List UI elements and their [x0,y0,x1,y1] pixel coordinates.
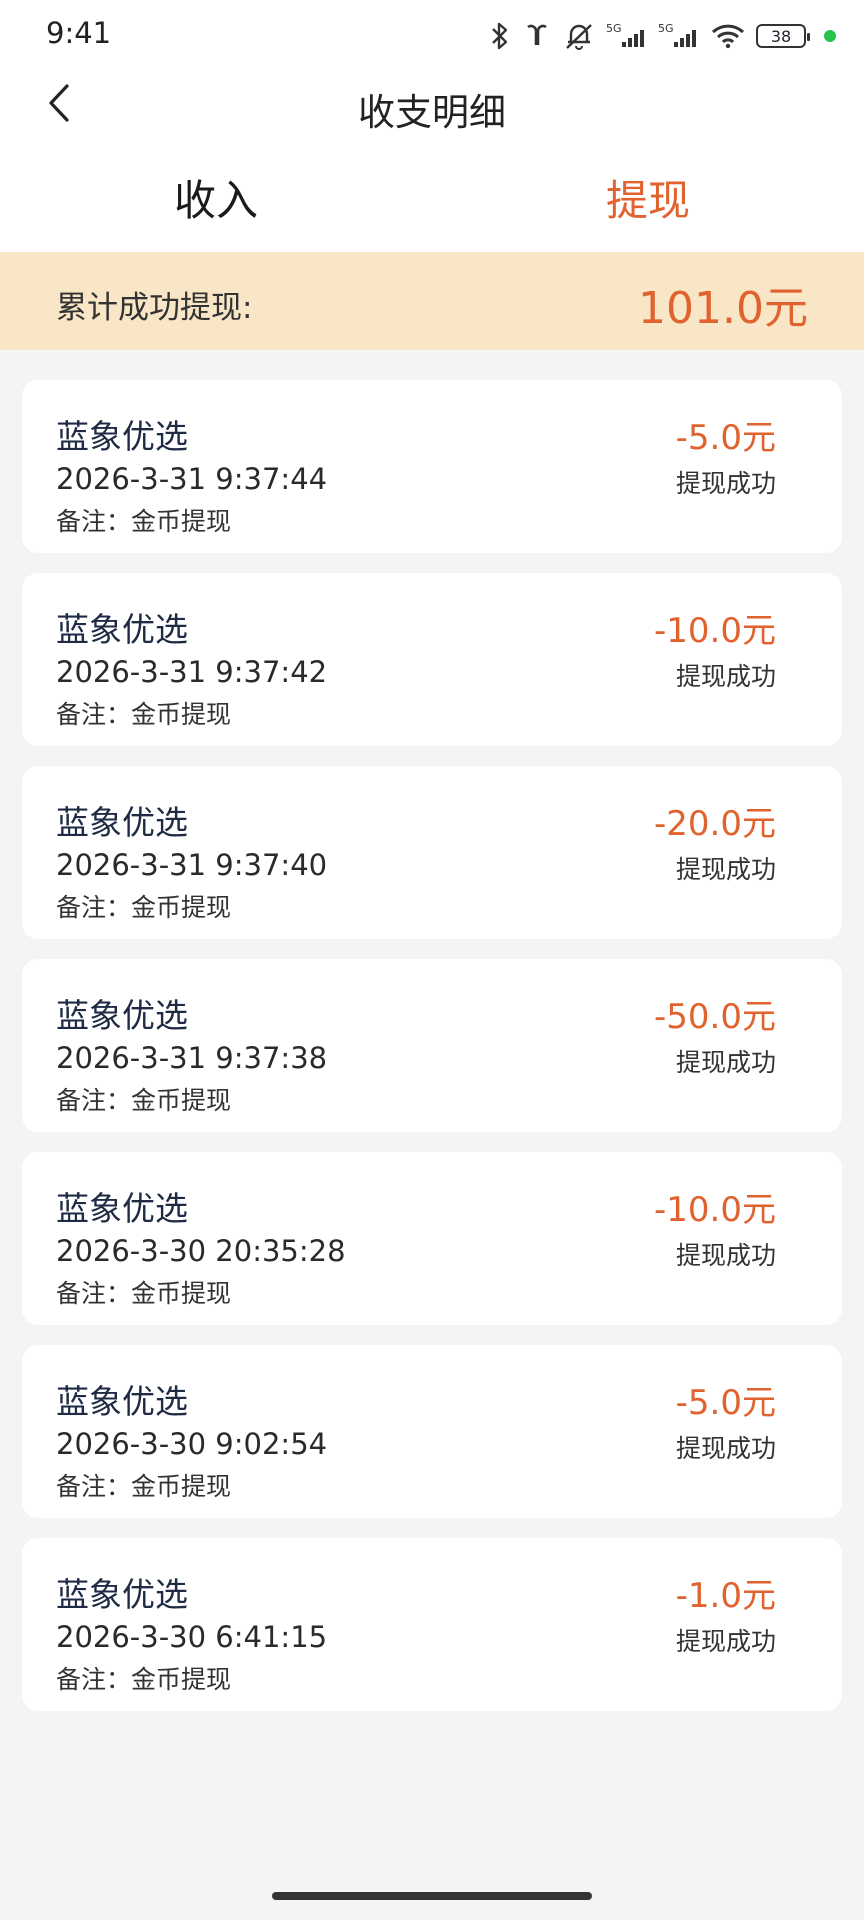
battery-level: 38 [770,26,792,46]
tab-bar: 收入 提现 [0,142,864,252]
record-time: 2026-3-30 9:02:54 [56,1427,328,1461]
list-item[interactable]: 蓝象优选 2026-3-30 20:35:28 备注：金币提现 -10.0元 提… [22,1152,842,1325]
summary-total-value: 101.0元 [638,283,808,334]
record-name: 蓝象优选 [56,1382,188,1421]
record-note: 备注：金币提现 [56,1086,232,1115]
record-status: 提现成功 [675,1434,776,1463]
record-time: 2026-3-30 20:35:28 [56,1234,346,1268]
svg-text:5G: 5G [658,22,674,35]
record-name: 蓝象优选 [56,803,188,842]
bluetooth-icon [488,21,512,51]
record-status: 提现成功 [675,662,776,691]
record-status: 提现成功 [675,855,776,884]
earbuds-icon [522,21,552,51]
status-bar: 9:41 5G 5G 38 [0,0,864,72]
tab-withdraw-label: 提现 [605,175,690,225]
record-note: 备注：金币提现 [56,1665,232,1694]
list-item[interactable]: 蓝象优选 2026-3-30 6:41:15 备注：金币提现 -1.0元 提现成… [22,1538,842,1711]
record-status: 提现成功 [675,1627,776,1656]
battery-icon: 38 [756,24,810,48]
svg-text:5G: 5G [606,22,622,35]
status-icons: 5G 5G 38 [488,18,836,54]
record-amount: -10.0元 [654,1190,776,1230]
home-indicator[interactable] [272,1892,592,1900]
withdraw-summary-banner: 累计成功提现: 101.0元 [0,252,864,350]
record-time: 2026-3-31 9:37:44 [56,462,328,496]
record-amount: -10.0元 [654,611,776,651]
signal-5g-icon: 5G [606,21,648,51]
wifi-icon [710,21,746,51]
tab-withdraw[interactable]: 提现 [432,142,864,252]
record-amount: -5.0元 [675,418,776,458]
record-list: 蓝象优选 2026-3-31 9:37:44 备注：金币提现 -5.0元 提现成… [22,380,842,1731]
record-status: 提现成功 [675,1241,776,1270]
list-item[interactable]: 蓝象优选 2026-3-31 9:37:44 备注：金币提现 -5.0元 提现成… [22,380,842,553]
record-time: 2026-3-30 6:41:15 [56,1620,328,1654]
record-time: 2026-3-31 9:37:40 [56,848,328,882]
status-time: 9:41 [46,16,112,50]
record-time: 2026-3-31 9:37:42 [56,655,328,689]
page-title: 收支明细 [358,91,506,134]
record-note: 备注：金币提现 [56,893,232,922]
record-name: 蓝象优选 [56,417,188,456]
record-amount: -50.0元 [654,997,776,1037]
list-item[interactable]: 蓝象优选 2026-3-31 9:37:38 备注：金币提现 -50.0元 提现… [22,959,842,1132]
list-item[interactable]: 蓝象优选 2026-3-31 9:37:42 备注：金币提现 -10.0元 提现… [22,573,842,746]
record-time: 2026-3-31 9:37:38 [56,1041,328,1075]
tab-income[interactable]: 收入 [0,142,432,252]
record-note: 备注：金币提现 [56,700,232,729]
record-name: 蓝象优选 [56,1575,188,1614]
list-item[interactable]: 蓝象优选 2026-3-30 9:02:54 备注：金币提现 -5.0元 提现成… [22,1345,842,1518]
record-note: 备注：金币提现 [56,1472,232,1501]
list-item[interactable]: 蓝象优选 2026-3-31 9:37:40 备注：金币提现 -20.0元 提现… [22,766,842,939]
record-amount: -1.0元 [675,1576,776,1616]
green-dot-indicator [824,30,836,42]
header: 收支明细 [0,72,864,142]
record-name: 蓝象优选 [56,1189,188,1228]
record-status: 提现成功 [675,1048,776,1077]
record-note: 备注：金币提现 [56,1279,232,1308]
record-amount: -5.0元 [675,1383,776,1423]
tab-income-label: 收入 [173,175,258,225]
record-amount: -20.0元 [654,804,776,844]
summary-label: 累计成功提现: [56,290,253,326]
record-name: 蓝象优选 [56,996,188,1035]
record-name: 蓝象优选 [56,610,188,649]
record-status: 提现成功 [675,469,776,498]
signal-5g-icon: 5G [658,21,700,51]
record-note: 备注：金币提现 [56,507,232,536]
mute-bell-icon [562,21,596,51]
